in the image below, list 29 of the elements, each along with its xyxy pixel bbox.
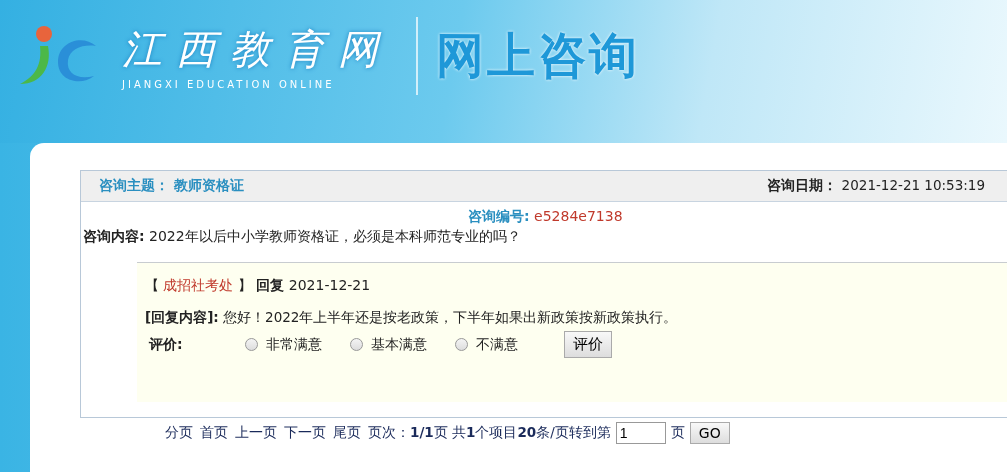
- pager-link[interactable]: 首页: [200, 424, 228, 442]
- logo-subtitle: JIANGXI EDUCATION ONLINE: [122, 79, 336, 90]
- radio-button[interactable]: [350, 338, 363, 351]
- date-text: 咨询日期： 2021-12-21 10:53:19: [767, 177, 985, 195]
- go-button[interactable]: GO: [689, 422, 730, 444]
- pager-link[interactable]: 分页: [165, 424, 193, 442]
- rate-button[interactable]: 评价: [564, 331, 612, 358]
- topic-text: 咨询主题： 教师资格证: [99, 177, 244, 195]
- reply-meta: 【 成招社考处 】 回复 2021-12-21: [145, 277, 372, 295]
- radio-button[interactable]: [455, 338, 468, 351]
- pager-link[interactable]: 尾页: [333, 424, 361, 442]
- page-input[interactable]: 1: [615, 422, 666, 444]
- pager-link[interactable]: 上一页: [235, 424, 277, 442]
- consultation-number: 咨询编号: e5284e7138: [468, 208, 623, 224]
- option-label: 基本满意: [371, 335, 427, 354]
- option-label: 非常满意: [266, 335, 322, 354]
- rating-option[interactable]: 不满意: [455, 335, 518, 354]
- logo-title: 江西教育网: [122, 25, 392, 74]
- page-title: 网上咨询: [436, 26, 640, 85]
- pager-info: 页次：1/1页 共1个项目20条/页转到第: [368, 424, 611, 442]
- radio-button[interactable]: [245, 338, 258, 351]
- reply-text: [回复内容]: 您好！2022年上半年还是按老政策，下半年如果出新政策按新政策执行。: [145, 309, 679, 327]
- question-text: 咨询内容: 2022年以后中小学教师资格证，必须是本科师范专业的吗？: [82, 227, 522, 246]
- pager-link[interactable]: 下一页: [284, 424, 326, 442]
- option-label: 不满意: [476, 335, 518, 354]
- rating-option[interactable]: 非常满意: [245, 335, 322, 354]
- rating-label: 评价:: [147, 335, 184, 354]
- page-suffix: 页: [670, 424, 685, 442]
- rating-option[interactable]: 基本满意: [350, 335, 427, 354]
